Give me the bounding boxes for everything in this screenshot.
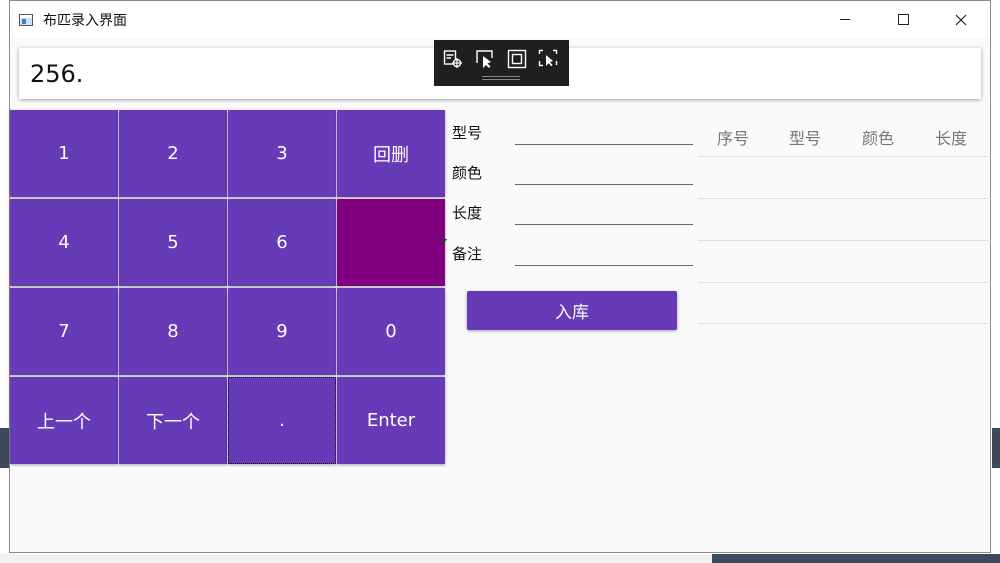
- column-header-color[interactable]: 颜色: [862, 125, 894, 149]
- minimize-button[interactable]: [816, 1, 874, 38]
- key-backspace[interactable]: 回删: [337, 110, 445, 197]
- key-next[interactable]: 下一个: [119, 377, 227, 464]
- key-3[interactable]: 3: [228, 110, 336, 197]
- length-input[interactable]: [515, 224, 693, 225]
- key-blank-dropdown[interactable]: [337, 199, 445, 286]
- app-window: 布匹录入界面 256. 1 2 3 回删 4 5 6 7 8 9 0 上一个 下…: [9, 0, 992, 553]
- keypad: 1 2 3 回删 4 5 6 7 8 9 0 上一个 下一个 . Enter: [10, 110, 447, 466]
- background-editor-strip: [0, 0, 9, 563]
- maximize-icon: [897, 14, 909, 25]
- window-title: 布匹录入界面: [43, 12, 127, 29]
- title-bar[interactable]: 布匹录入界面: [10, 1, 990, 38]
- remark-input[interactable]: [515, 265, 693, 266]
- grid-row-divider: [698, 198, 992, 199]
- background-output-strip: [0, 554, 1000, 563]
- grid-row-divider: [698, 156, 992, 157]
- color-label: 颜色: [452, 164, 483, 182]
- data-grid-header: 序号 型号 颜色 长度: [698, 113, 992, 157]
- key-7[interactable]: 7: [10, 288, 118, 375]
- live-tree-icon[interactable]: [443, 49, 463, 69]
- key-2[interactable]: 2: [119, 110, 227, 197]
- remark-label: 备注: [452, 245, 483, 263]
- color-input[interactable]: [515, 184, 693, 185]
- background-taskbar-left: [0, 428, 9, 468]
- grid-row-divider: [698, 282, 992, 283]
- key-8[interactable]: 8: [119, 288, 227, 375]
- key-1[interactable]: 1: [10, 110, 118, 197]
- grid-row-divider: [698, 323, 992, 324]
- minimize-icon: [840, 19, 850, 20]
- key-prev[interactable]: 上一个: [10, 377, 118, 464]
- chevron-down-icon: [439, 239, 447, 244]
- display-value: 256.: [30, 59, 84, 88]
- toolbar-drag-handle[interactable]: [482, 76, 520, 80]
- display-adorner-icon[interactable]: [507, 49, 527, 69]
- close-icon: [955, 14, 967, 25]
- debug-toolbar: [434, 40, 569, 86]
- column-header-length[interactable]: 长度: [935, 125, 967, 149]
- track-focus-icon[interactable]: [538, 49, 558, 69]
- key-9[interactable]: 9: [228, 288, 336, 375]
- column-header-model[interactable]: 型号: [789, 125, 821, 149]
- select-element-icon[interactable]: [475, 49, 495, 69]
- key-enter[interactable]: Enter: [337, 377, 445, 464]
- key-4[interactable]: 4: [10, 199, 118, 286]
- key-dot[interactable]: .: [228, 377, 336, 464]
- maximize-button[interactable]: [874, 1, 932, 38]
- key-6[interactable]: 6: [228, 199, 336, 286]
- background-taskbar-right: [992, 428, 1000, 468]
- close-button[interactable]: [932, 1, 990, 38]
- model-input[interactable]: [515, 144, 693, 145]
- key-0[interactable]: 0: [337, 288, 445, 375]
- key-5[interactable]: 5: [119, 199, 227, 286]
- app-window-icon: [19, 13, 33, 26]
- model-label: 型号: [452, 124, 483, 142]
- column-header-index[interactable]: 序号: [717, 125, 749, 149]
- submit-button[interactable]: 入库: [467, 291, 677, 330]
- background-output-panel: [712, 554, 1000, 563]
- grid-row-divider: [698, 240, 992, 241]
- length-label: 长度: [452, 204, 483, 222]
